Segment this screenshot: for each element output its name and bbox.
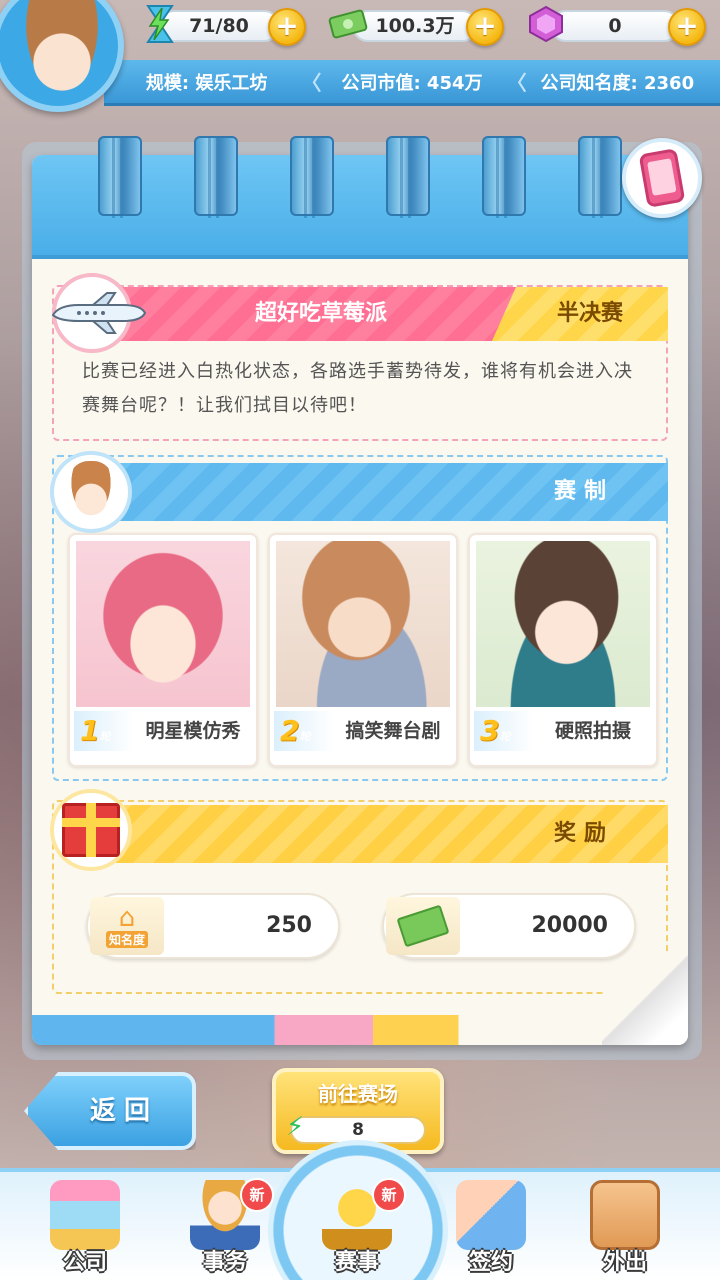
cash-icon — [326, 2, 370, 46]
cash-reward-value: 20000 — [531, 913, 608, 938]
nav-sign[interactable]: 签约 — [436, 1178, 546, 1280]
phone-icon — [638, 148, 686, 208]
round-number: 2轮 — [274, 711, 334, 751]
add-gems-button[interactable]: + — [668, 8, 706, 46]
add-stamina-button[interactable]: + — [268, 8, 306, 46]
gems-value: 0 — [550, 10, 680, 42]
round-number: 1轮 — [74, 711, 134, 751]
contestant-portrait — [76, 541, 250, 707]
gem-icon — [524, 2, 568, 46]
top-bar: 71/80 + 100.3万 + 0 + 规模: 娱乐工坊 公司市值: 454万… — [0, 0, 720, 112]
fame-reward-value: 250 — [266, 913, 312, 938]
phone-button[interactable] — [622, 138, 702, 218]
format-title: 赛制 — [92, 463, 668, 521]
reward-title: 奖励 — [92, 805, 668, 863]
event-name: 超好吃草莓派 — [102, 287, 540, 341]
event-round-tag: 半决赛 — [492, 287, 668, 341]
round-card-1[interactable]: 1轮 明星模仿秀 — [68, 533, 258, 767]
cash-icon — [386, 897, 460, 955]
notebook-tabs — [32, 1015, 688, 1045]
money-value: 100.3万 — [352, 10, 478, 42]
new-badge: 新 — [372, 1178, 406, 1212]
airplane-icon — [46, 273, 152, 353]
round-number: 3轮 — [474, 711, 534, 751]
round-card-2[interactable]: 2轮 搞笑舞台剧 — [268, 533, 458, 767]
nav-events[interactable]: 新 赛事 — [302, 1178, 412, 1280]
cash-reward: 20000 — [382, 893, 636, 959]
add-money-button[interactable]: + — [466, 8, 504, 46]
company-info-bar: 规模: 娱乐工坊 公司市值: 454万 公司知名度: 2360 — [104, 60, 720, 106]
contestant-portrait — [276, 541, 450, 707]
new-badge: 新 — [240, 1178, 274, 1212]
building-icon — [50, 1180, 120, 1250]
back-button[interactable]: 返回 — [24, 1072, 196, 1150]
event-notebook: 超好吃草莓派 半决赛 比赛已经进入白热化状态，各路选手蓄势待发，谁将有机会进入决… — [32, 155, 688, 1045]
fame-reward: ⌂ 知名度 250 — [86, 893, 340, 959]
fame-icon: ⌂ 知名度 — [90, 897, 164, 955]
company-fame: 公司知名度: 2360 — [507, 67, 720, 96]
chibi-icon — [50, 451, 132, 533]
contract-icon — [456, 1180, 526, 1250]
door-icon — [590, 1180, 660, 1250]
nav-company[interactable]: 公司 — [30, 1178, 140, 1280]
nav-affairs[interactable]: 新 事务 — [170, 1178, 280, 1280]
company-market-value: 公司市值: 454万 — [301, 67, 514, 96]
contestant-portrait — [476, 541, 650, 707]
gift-icon — [50, 789, 132, 871]
round-card-3[interactable]: 3轮 硬照拍摄 — [468, 533, 658, 767]
stamina-bolt-icon: ⚡ — [286, 1112, 305, 1142]
round-label: 硬照拍摄 — [554, 720, 631, 742]
avatar[interactable] — [0, 0, 124, 112]
round-label: 搞笑舞台剧 — [345, 720, 441, 742]
stamina-icon — [138, 2, 182, 46]
nav-outing[interactable]: 外出 — [570, 1178, 680, 1280]
go-button-label: 前往赛场 — [318, 1082, 398, 1106]
round-label: 明星模仿秀 — [145, 720, 241, 742]
event-description: 比赛已经进入白热化状态，各路选手蓄势待发，谁将有机会进入决赛舞台呢？！让我们拭目… — [82, 361, 633, 416]
company-scale: 规模: 娱乐工坊 — [145, 72, 268, 94]
